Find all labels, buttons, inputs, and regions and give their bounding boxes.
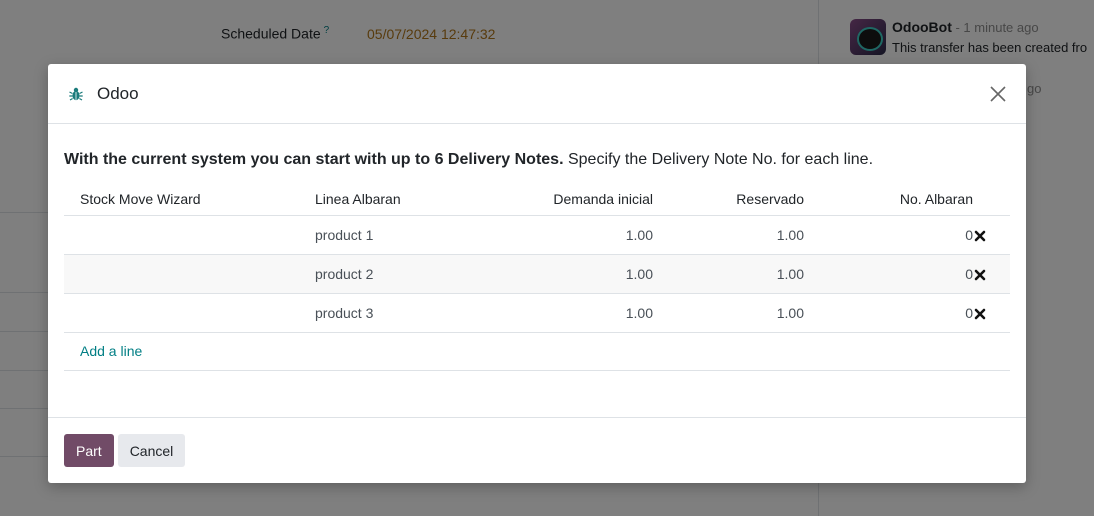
cell-delete: [973, 253, 1010, 293]
lines-table: Stock Move Wizard Linea Albaran Demanda …: [64, 183, 1010, 371]
column-header-no-albaran[interactable]: No. Albaran: [820, 183, 973, 215]
intro-bold-text: With the current system you can start wi…: [64, 151, 564, 168]
table-row[interactable]: product 1 1.00 1.00 0: [64, 214, 1010, 254]
add-line-row: Add a line: [64, 331, 1010, 371]
cell-reserved[interactable]: 1.00: [669, 214, 820, 254]
cell-demand[interactable]: 1.00: [499, 214, 669, 254]
cell-line[interactable]: product 3: [299, 292, 499, 332]
cell-wizard[interactable]: [64, 292, 299, 332]
table-row[interactable]: product 3 1.00 1.00 0: [64, 292, 1010, 332]
close-icon: [990, 85, 1006, 102]
column-header-demanda-inicial[interactable]: Demanda inicial: [499, 183, 669, 215]
cell-delete: [973, 214, 1010, 254]
column-header-stock-move-wizard[interactable]: Stock Move Wizard: [64, 183, 299, 215]
cell-line[interactable]: product 1: [299, 214, 499, 254]
cell-albaran[interactable]: 0: [820, 253, 973, 293]
column-header-actions: [973, 183, 1010, 215]
delete-x-icon[interactable]: [973, 307, 987, 321]
cell-delete: [973, 292, 1010, 332]
column-header-linea-albaran[interactable]: Linea Albaran: [299, 183, 499, 215]
cell-line[interactable]: product 2: [299, 253, 499, 293]
cell-demand[interactable]: 1.00: [499, 253, 669, 293]
intro-rest-text: Specify the Delivery Note No. for each l…: [563, 151, 874, 168]
cell-reserved[interactable]: 1.00: [669, 253, 820, 293]
cell-albaran[interactable]: 0: [820, 214, 973, 254]
cell-wizard[interactable]: [64, 214, 299, 254]
cell-wizard[interactable]: [64, 253, 299, 293]
table-row[interactable]: product 2 1.00 1.00 0: [64, 253, 1010, 293]
dialog-title: Odoo: [97, 83, 139, 103]
dialog-header: Odoo: [48, 64, 1026, 124]
add-line-link[interactable]: Add a line: [64, 331, 1010, 371]
cell-albaran[interactable]: 0: [820, 292, 973, 332]
cell-reserved[interactable]: 1.00: [669, 292, 820, 332]
bug-icon[interactable]: [68, 86, 84, 102]
close-button[interactable]: [986, 82, 1010, 106]
dialog-body: With the current system you can start wi…: [48, 151, 1026, 371]
column-header-reservado[interactable]: Reservado: [669, 183, 820, 215]
delete-x-icon[interactable]: [973, 268, 987, 282]
delete-x-icon[interactable]: [973, 229, 987, 243]
part-button[interactable]: Part: [64, 434, 114, 467]
dialog-footer: Part Cancel: [48, 417, 1026, 483]
cancel-button[interactable]: Cancel: [117, 434, 186, 467]
table-header-row: Stock Move Wizard Linea Albaran Demanda …: [64, 183, 1010, 215]
cell-demand[interactable]: 1.00: [499, 292, 669, 332]
intro-text: With the current system you can start wi…: [64, 151, 1010, 169]
split-transfer-dialog: Odoo With the current system you can sta…: [48, 64, 1026, 483]
